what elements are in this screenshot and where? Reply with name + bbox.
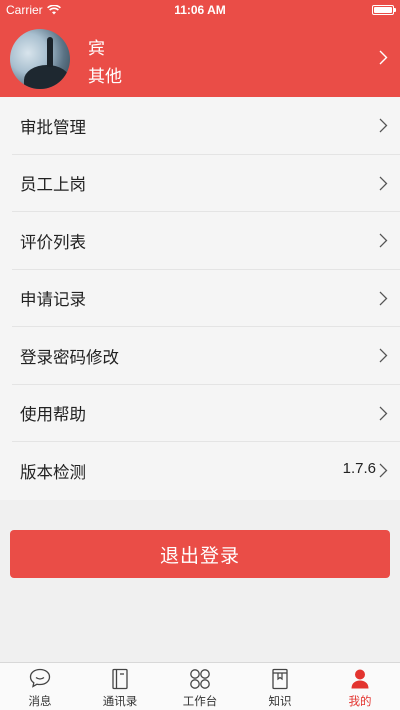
tab-workbench[interactable]: 工作台 xyxy=(160,663,240,710)
chevron-right-icon xyxy=(379,406,388,420)
status-time: 11:06 AM xyxy=(174,3,226,17)
profile-icon xyxy=(351,669,369,689)
menu-item-label: 使用帮助 xyxy=(20,405,86,425)
chevron-right-icon xyxy=(379,463,388,478)
menu-item-change-password[interactable]: 登录密码修改 xyxy=(0,327,400,385)
workbench-icon xyxy=(190,669,210,689)
chevron-right-icon xyxy=(379,233,388,248)
message-icon xyxy=(29,668,51,688)
logout-button[interactable]: 退出登录 xyxy=(10,530,390,578)
profile-department: 其他 xyxy=(88,67,122,87)
tab-label: 通讯录 xyxy=(102,694,138,708)
profile-name: 宾 xyxy=(88,39,105,59)
menu-item-help[interactable]: 使用帮助 xyxy=(0,385,400,443)
chevron-right-icon xyxy=(379,50,388,65)
status-bar: Carrier 11:06 AM xyxy=(0,0,400,20)
avatar[interactable] xyxy=(10,29,70,89)
battery-icon xyxy=(372,5,396,15)
menu-item-approval[interactable]: 审批管理 xyxy=(0,97,400,155)
menu-item-label: 申请记录 xyxy=(20,290,86,310)
profile-header[interactable]: 宾 其他 xyxy=(0,20,400,97)
menu-item-reviews[interactable]: 评价列表 xyxy=(0,212,400,270)
settings-menu: 审批管理 员工上岗 评价列表 申请记录 登录密码修改 使用帮助 版本检测 1.7… xyxy=(0,97,400,500)
chevron-right-icon xyxy=(379,348,388,363)
tab-label: 知识 xyxy=(268,694,292,708)
tab-profile[interactable]: 我的 xyxy=(320,663,400,710)
tab-contacts[interactable]: 通讯录 xyxy=(80,663,160,710)
menu-item-label: 审批管理 xyxy=(20,117,86,137)
tab-label: 工作台 xyxy=(182,694,218,708)
menu-item-version-check[interactable]: 版本检测 1.7.6 xyxy=(0,442,400,500)
tab-messages[interactable]: 消息 xyxy=(0,663,80,710)
tab-knowledge[interactable]: 知识 xyxy=(240,663,320,710)
menu-item-label: 版本检测 xyxy=(20,462,86,482)
contacts-icon xyxy=(112,668,128,690)
tab-bar: 消息 通讯录 工作台 知识 我的 xyxy=(0,662,400,710)
version-number: 1.7.6 xyxy=(342,460,376,477)
chevron-right-icon xyxy=(379,176,388,190)
menu-item-label: 登录密码修改 xyxy=(20,347,119,367)
tab-label: 我的 xyxy=(348,694,372,708)
menu-item-applications[interactable]: 申请记录 xyxy=(0,270,400,328)
chevron-right-icon xyxy=(379,291,388,305)
book-icon xyxy=(272,668,288,690)
menu-item-staff-onboard[interactable]: 员工上岗 xyxy=(0,155,400,213)
menu-item-label: 员工上岗 xyxy=(20,175,86,195)
menu-item-label: 评价列表 xyxy=(20,232,86,252)
tab-label: 消息 xyxy=(28,694,52,708)
chevron-right-icon xyxy=(379,118,388,133)
